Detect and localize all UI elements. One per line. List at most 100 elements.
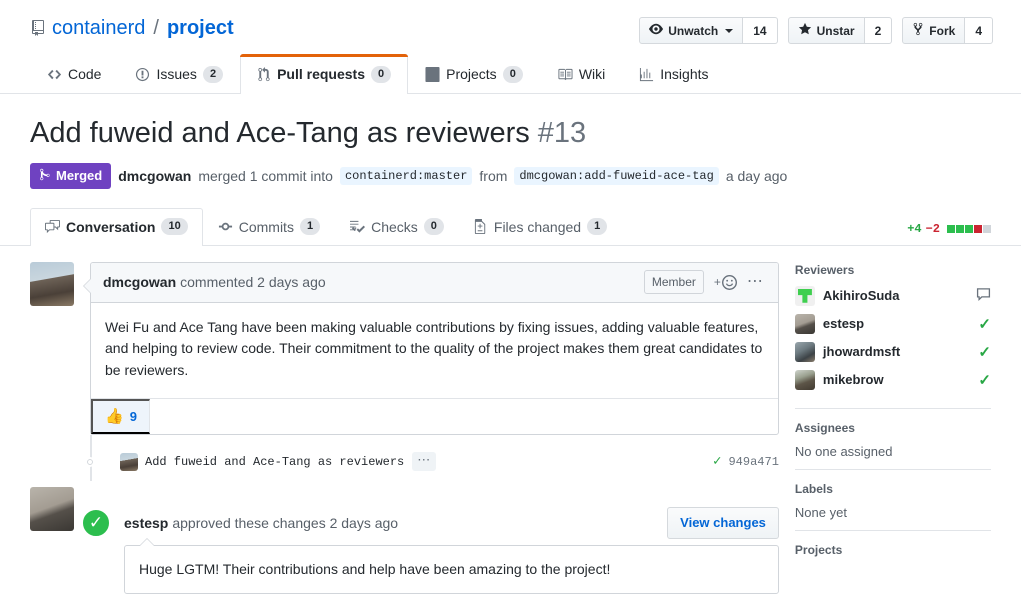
reviewer-name: mikebrow [822,372,884,388]
star-count[interactable]: 2 [864,17,893,44]
unstar-button[interactable]: Unstar [787,17,865,44]
labels-empty-text: None yet [794,504,847,520]
tab-label-commits: Commits [238,218,294,235]
nav-item-issues[interactable]: Issues 2 [118,54,240,94]
reviewer-name: estesp [822,316,865,332]
fork-count[interactable]: 4 [965,17,993,44]
tab-counter-checks: 0 [423,218,444,236]
graph-icon [639,67,654,82]
nav-item-insights[interactable]: Insights [622,54,725,94]
add-reaction-icon[interactable]: + [714,274,737,290]
review-main: estesp approved these changes 2 days ago… [124,501,779,594]
base-branch-ref[interactable]: containerd:master [339,166,473,185]
sidebar-section-assignees: Assignees No one assigned [794,407,991,469]
commit-message[interactable]: Add fuweid and Ace-Tang as reviewers [145,455,404,469]
merge-author[interactable]: dmcgowan [118,168,191,184]
review-action: approved these changes 2 days ago [172,514,399,531]
sidebar-title-labels[interactable]: Labels [795,482,991,496]
watch-count[interactable]: 14 [743,17,778,44]
reviewer-item[interactable]: mikebrow ✓ [794,369,991,390]
tab-files-changed[interactable]: Files changed 1 [459,208,622,246]
avatar[interactable] [120,452,138,471]
project-board-icon [425,66,440,82]
tab-label-checks: Checks [371,218,418,235]
avatar [794,341,815,362]
kebab-horizontal-icon[interactable]: ⋯ [747,274,764,290]
timeline-comment: dmcgowan commented 2 days ago Member + ⋯… [30,261,779,435]
fork-icon [912,22,924,39]
book-icon [557,67,573,82]
fork-button-group: Fork 4 [902,17,993,44]
view-changes-button[interactable]: View changes [667,506,779,539]
nav-label-issues: Issues [156,66,197,82]
reviewer-item[interactable]: estesp ✓ [794,313,991,334]
nav-label-wiki: Wiki [578,66,606,82]
merge-timestamp: a day ago [725,167,788,184]
fork-button[interactable]: Fork [902,17,966,44]
diffstat: +4 −2 [907,222,991,236]
commit-sha[interactable]: 949a471 [728,455,778,469]
pr-title-text: Add fuweid and Ace-Tang as reviewers [30,117,530,149]
diffstat-deletions: −2 [925,221,940,236]
sidebar-title-reviewers[interactable]: Reviewers [795,263,991,277]
pr-merge-status: Merged dmcgowan merged 1 commit into con… [30,162,991,189]
tab-counter-conversation: 10 [161,218,188,236]
code-icon [47,67,62,82]
diffstat-block-neutral [983,224,991,233]
repo-owner-link[interactable]: containerd [52,16,145,40]
diffstat-block-add [956,224,964,233]
tab-commits[interactable]: Commits 1 [203,208,335,246]
review-header: estesp approved these changes 2 days ago… [124,501,779,545]
eye-icon [649,22,664,39]
comment-body: Wei Fu and Ace Tang have been making val… [105,318,763,379]
checklist-icon [350,219,366,234]
assignees-empty-text: No one assigned [794,443,893,459]
reviewer-name: AkihiroSuda [822,288,900,304]
check-icon[interactable]: ✓ [713,453,721,470]
star-icon [798,22,812,39]
sidebar-title-projects[interactable]: Projects [795,543,991,557]
check-icon: ✓ [81,507,111,538]
status-badge: Merged [30,162,112,189]
repo-name-link[interactable]: project [167,16,234,40]
tab-label-conversation: Conversation [66,218,156,235]
reviewer-item[interactable]: AkihiroSuda [794,285,991,306]
head-branch-ref[interactable]: dmcgowan:add-fuweid-ace-tag [514,166,719,185]
reviewer-item[interactable]: jhowardmsft ✓ [794,341,991,362]
nav-item-wiki[interactable]: Wiki [540,54,622,94]
timeline: dmcgowan commented 2 days ago Member + ⋯… [30,261,779,594]
tab-checks[interactable]: Checks 0 [335,208,459,246]
watch-button-group: Unwatch 14 [639,17,778,44]
tab-conversation[interactable]: Conversation 10 [30,207,203,246]
repo-actions: Unwatch 14 Unstar 2 Fork 4 [639,17,993,44]
repo-header: containerd / project Unwatch 14 Unstar 2 [0,0,1021,44]
repo-nav: Code Issues 2 Pull requests 0 Projects 0… [0,53,1021,94]
review-comment-box: Huge LGTM! Their contributions and help … [124,537,779,594]
status-badge-label: Merged [56,167,103,183]
pr-sidebar: Reviewers AkihiroSuda estesp ✓ jhowardms… [779,262,991,594]
nav-item-projects[interactable]: Projects 0 [408,54,540,94]
star-button-group: Unstar 2 [787,17,893,44]
avatar[interactable] [30,261,74,306]
review-author[interactable]: estesp [124,515,168,531]
reviewer-name: jhowardmsft [822,344,901,360]
diffstat-additions: +4 [907,221,922,236]
sidebar-section-labels: Labels None yet [794,468,991,530]
pr-title: Add fuweid and Ace-Tang as reviewers #13 [30,116,991,151]
unstar-label: Unstar [816,23,855,38]
comment-author[interactable]: dmcgowan [103,274,176,290]
comment-discussion-icon [45,219,60,234]
kebab-horizontal-icon[interactable]: ⋯ [412,452,437,472]
sidebar-title-assignees[interactable]: Assignees [795,421,991,435]
nav-item-code[interactable]: Code [30,54,118,94]
nav-label-code: Code [68,66,102,82]
comment-header: dmcgowan commented 2 days ago Member + ⋯ [91,262,778,303]
nav-counter-projects: 0 [502,65,523,83]
thumbs-up-reaction-button[interactable]: 👍 9 [91,398,150,434]
unwatch-button[interactable]: Unwatch [639,17,744,44]
diffstat-blocks [947,224,991,233]
nav-label-projects: Projects [446,66,497,82]
avatar[interactable] [30,486,74,531]
nav-item-pull-requests[interactable]: Pull requests 0 [240,54,409,94]
diffstat-block-add [965,224,973,233]
